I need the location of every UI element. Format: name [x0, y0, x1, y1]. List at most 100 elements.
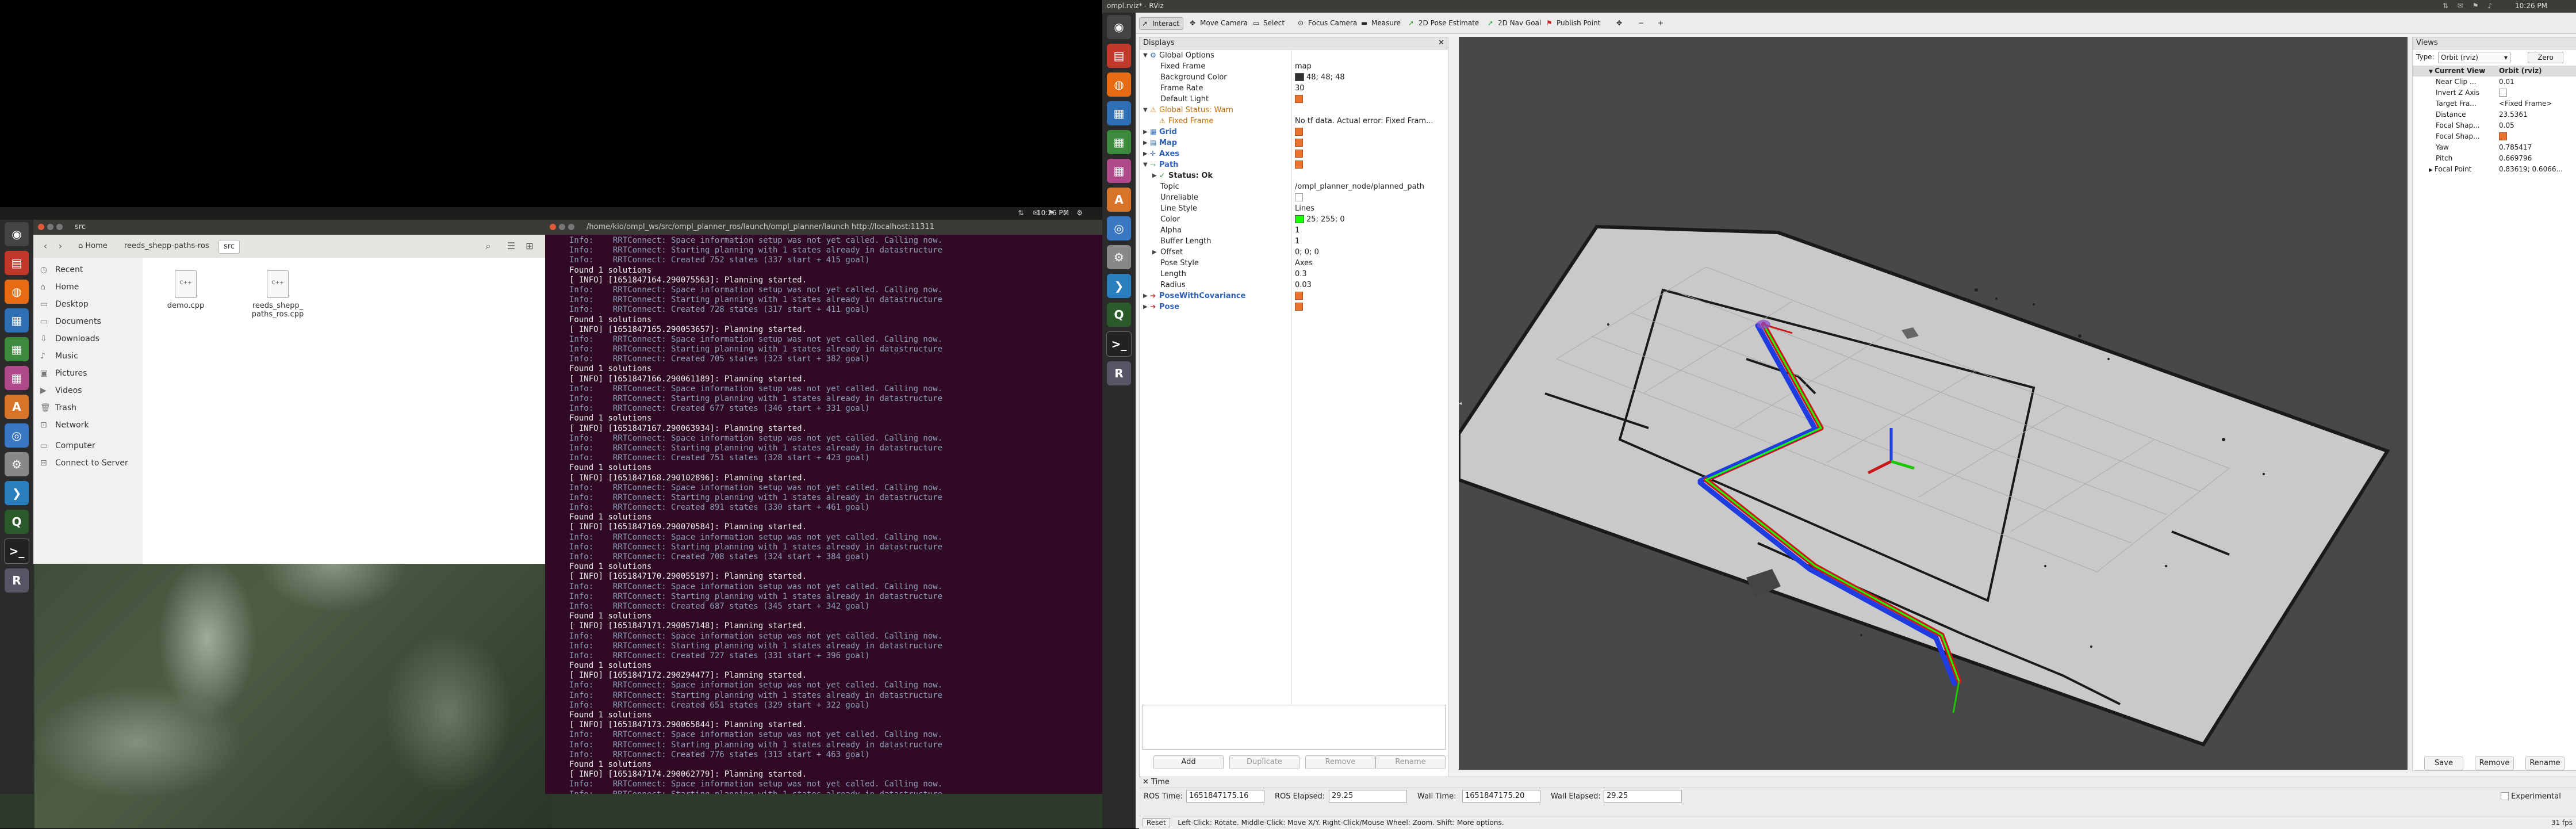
sidebar-item-music[interactable]: ♪ Music — [33, 347, 143, 365]
tree-row[interactable]: Background Color 48; 48; 48 — [1140, 72, 1448, 83]
tree-row[interactable]: ▶ ▤ Map — [1140, 137, 1448, 148]
list-view-icon[interactable]: ☰ — [505, 240, 518, 253]
sidebar-item-home[interactable]: ⌂ Home — [33, 278, 143, 296]
tree-row[interactable]: Buffer Length 1 — [1140, 236, 1448, 247]
sidebar-item-desktop[interactable]: ▭ Desktop — [33, 296, 143, 313]
writer-icon[interactable]: ▦ — [1107, 101, 1131, 125]
tree-row[interactable]: ▼ ⚙ Global Options — [1140, 50, 1448, 61]
tool-focus-camera[interactable]: ⊙ Focus Camera — [1295, 17, 1360, 29]
view-property-value[interactable]: 0.669796 — [2499, 153, 2532, 164]
sidebar-item-trash[interactable]: 🗑 Trash — [33, 399, 143, 417]
property-value[interactable]: /ompl_planner_node/planned_path — [1295, 181, 1424, 192]
vscode-icon[interactable]: ❯ — [1107, 274, 1131, 298]
add-display-button[interactable]: Add — [1153, 755, 1224, 769]
tree-row[interactable]: ▶ ✓ Status: Ok — [1140, 170, 1448, 181]
chrome-icon[interactable]: ◎ — [5, 423, 29, 448]
views-rename-button[interactable]: Rename — [2525, 757, 2564, 770]
property-value[interactable] — [1295, 192, 1303, 203]
color-swatch[interactable] — [1295, 72, 1304, 81]
window-controls[interactable] — [38, 224, 66, 232]
tree-row[interactable]: ▶ ➔ PoseWithCovariance — [1140, 291, 1448, 301]
view-property-value[interactable]: 23.5361 — [2499, 109, 2528, 120]
breadcrumb-src[interactable]: src — [218, 240, 240, 254]
tool-2d-pose-estimate[interactable]: ➚ 2D Pose Estimate — [1406, 17, 1482, 29]
tool-select[interactable]: ▭ Select — [1251, 17, 1288, 29]
tree-row[interactable]: Radius 0.03 — [1140, 280, 1448, 291]
sidebar-item-connect-server[interactable]: ⊟ Connect to Server — [33, 454, 143, 472]
search-icon[interactable]: ⌕ — [482, 240, 494, 253]
sidebar-item-pictures[interactable]: ▣ Pictures — [33, 365, 143, 382]
tree-row[interactable]: Default Light — [1140, 94, 1448, 105]
view-property-row[interactable]: Pitch 0.669796 — [2413, 153, 2576, 164]
tree-row[interactable]: Alpha 1 — [1140, 225, 1448, 236]
view-property-value[interactable] — [2499, 87, 2507, 98]
view-property-value[interactable]: 0.05 — [2499, 120, 2514, 131]
file-item[interactable]: reeds_shepp_ paths_ros.cpp — [246, 270, 309, 319]
view-property-value[interactable]: Orbit (rviz) — [2499, 66, 2542, 77]
view-property-row[interactable]: Focal Shap... 0.05 — [2413, 120, 2576, 131]
grid-view-icon[interactable]: ⊞ — [523, 240, 536, 253]
view-property-value[interactable]: 0.83619; 0.6066... — [2499, 164, 2563, 175]
duplicate-display-button[interactable]: Duplicate — [1229, 755, 1300, 769]
terminal-titlebar[interactable]: /home/kio/ompl_ws/src/ompl_planner_ros/l… — [545, 220, 1102, 235]
software-center-icon[interactable]: A — [5, 395, 29, 419]
vscode-icon[interactable]: ❯ — [5, 481, 29, 505]
tool-2d-nav-goal[interactable]: ➚ 2D Nav Goal — [1485, 17, 1544, 29]
system-tray-icons[interactable]: ⇅ ✉ ⚑ ♪ — [2443, 2, 2496, 10]
expand-arrow-icon[interactable]: ▶ — [1152, 247, 1157, 258]
rviz-icon[interactable]: R — [5, 568, 29, 593]
collapse-arrow-icon[interactable]: ▼ — [1143, 50, 1148, 61]
writer-icon[interactable]: ▦ — [5, 308, 29, 333]
property-value[interactable] — [1295, 137, 1303, 148]
property-value[interactable]: 30 — [1295, 83, 1305, 94]
tool-interact[interactable]: ➚ Interact — [1139, 17, 1183, 30]
wall-elapsed-field[interactable]: 29.25 — [1604, 790, 1682, 803]
property-value[interactable]: map — [1295, 61, 1312, 72]
enable-checkbox[interactable] — [1295, 193, 1303, 201]
calc-icon[interactable]: ▦ — [5, 337, 29, 361]
color-swatch[interactable] — [1295, 215, 1304, 223]
view-property-row[interactable]: ▶ Focal Point 0.83619; 0.6066... — [2413, 164, 2576, 175]
property-value[interactable] — [1295, 301, 1303, 312]
view-property-row[interactable]: Distance 23.5361 — [2413, 109, 2576, 120]
file-manager-titlebar[interactable]: src — [33, 220, 545, 235]
experimental-check-box[interactable] — [2501, 792, 2509, 800]
remove-display-button[interactable]: Remove — [1305, 755, 1375, 769]
view-checkbox[interactable] — [2499, 132, 2507, 140]
calc-icon[interactable]: ▦ — [1107, 130, 1131, 154]
window-controls[interactable] — [550, 224, 577, 232]
enable-checkbox[interactable] — [1295, 94, 1303, 103]
tool-publish-point[interactable]: ⚑ Publish Point — [1544, 17, 1604, 29]
enable-checkbox[interactable] — [1295, 160, 1303, 169]
views-remove-button[interactable]: Remove — [2475, 757, 2514, 770]
tree-row[interactable]: ▼ ⤳ Path — [1140, 159, 1448, 170]
views-zero-button[interactable]: Zero — [2528, 52, 2563, 63]
impress-icon[interactable]: ▦ — [5, 366, 29, 390]
property-value[interactable] — [1295, 291, 1303, 301]
property-value[interactable]: 0.03 — [1295, 280, 1312, 291]
tree-row[interactable]: Length 0.3 — [1140, 269, 1448, 280]
expand-arrow-icon[interactable]: ▶ — [1143, 301, 1148, 312]
tree-row[interactable]: Color 25; 255; 0 — [1140, 214, 1448, 225]
views-type-select[interactable]: Orbit (rviz) ▾ — [2438, 52, 2510, 63]
rviz-clock[interactable]: 10:26 PM — [2515, 2, 2547, 10]
breadcrumb-package[interactable]: reeds_shepp-paths-ros — [120, 240, 214, 253]
property-value[interactable] — [1295, 94, 1303, 105]
wall-time-field[interactable]: 1651847175.20 — [1462, 790, 1540, 803]
expand-arrow-icon[interactable]: ▶ — [1143, 127, 1148, 137]
view-property-value[interactable]: 0.785417 — [2499, 142, 2532, 153]
dash-icon[interactable]: ◉ — [1107, 15, 1131, 39]
tree-row[interactable]: Topic/ompl_planner_node/planned_path — [1140, 181, 1448, 192]
enable-checkbox[interactable] — [1295, 302, 1303, 311]
property-value[interactable] — [1295, 148, 1303, 159]
dash-icon[interactable]: ◉ — [5, 222, 29, 246]
tool-measure[interactable]: ▬ Measure — [1359, 17, 1404, 29]
tree-row[interactable]: ⚠ Fixed Frame No tf data. Actual error: Fi… — [1140, 116, 1448, 127]
property-value[interactable] — [1295, 127, 1303, 137]
enable-checkbox[interactable] — [1295, 149, 1303, 158]
property-value[interactable]: 25; 255; 0 — [1295, 214, 1345, 225]
view-property-row[interactable]: ▼ Current View Orbit (rviz) — [2413, 66, 2576, 77]
tree-row[interactable]: Pose Style Axes — [1140, 258, 1448, 269]
expand-arrow-icon[interactable]: ▶ — [1152, 170, 1157, 181]
qt-icon[interactable]: Q — [5, 510, 29, 534]
